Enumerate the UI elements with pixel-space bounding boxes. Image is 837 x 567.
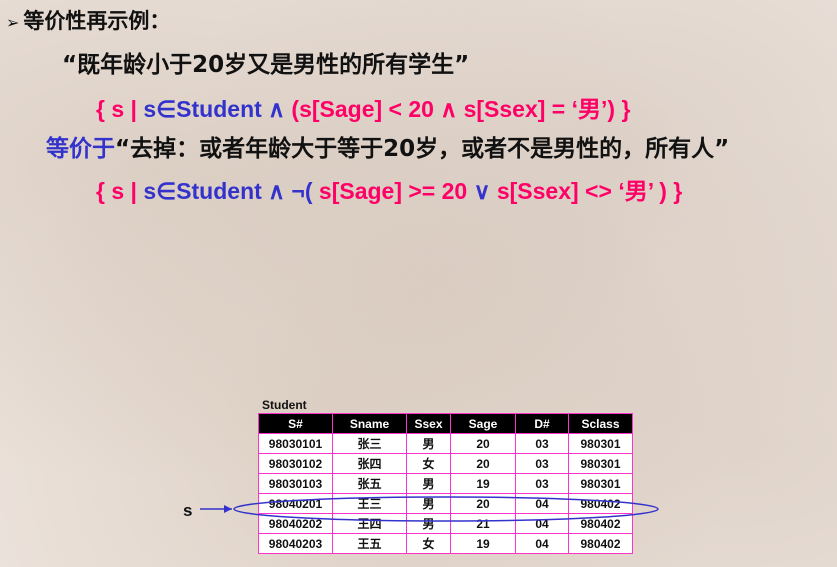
highlight-ellipse bbox=[233, 496, 659, 522]
row-pointer-overlay bbox=[200, 496, 659, 522]
pointer-arrowhead-icon bbox=[224, 505, 232, 513]
